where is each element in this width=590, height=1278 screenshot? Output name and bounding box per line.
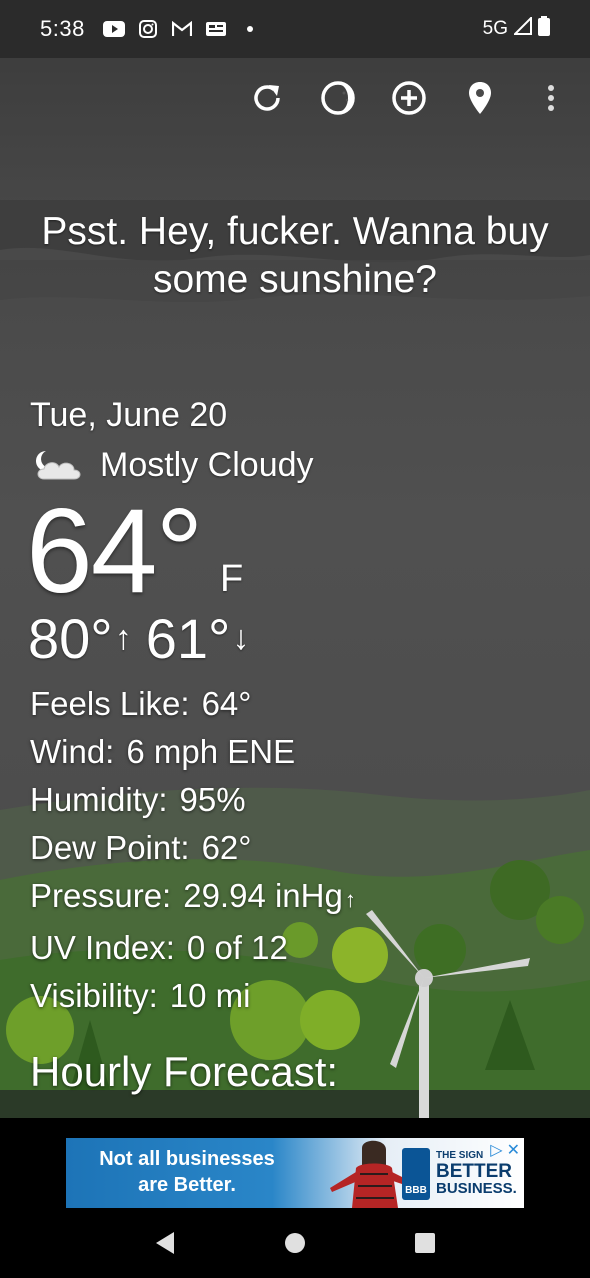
headline-message: Psst. Hey, fucker. Wanna buy some sunshi… [41, 210, 549, 301]
gmail-icon [171, 20, 193, 38]
weather-app-screen: 5:38 5G Psst. Hey, fucker. Wanna buy som… [0, 0, 590, 1278]
more-vert-icon [548, 85, 554, 111]
ad-line2: are Better. [138, 1174, 236, 1196]
ad-banner[interactable]: Not all businesses are Better. BBB THE S… [66, 1138, 524, 1208]
moon-icon [321, 81, 355, 115]
battery-icon [538, 16, 550, 42]
wind-row: Wind: 6 mph ENE [30, 728, 356, 776]
home-button[interactable] [275, 1223, 315, 1263]
system-nav-bar [0, 1208, 590, 1278]
refresh-icon [254, 85, 280, 111]
ad-line1: Not all businesses [99, 1148, 275, 1170]
low-temp: 61° [145, 607, 231, 670]
condition-text: Mostly Cloudy [100, 445, 314, 484]
notification-icons [102, 20, 261, 38]
uv-index-value: 0 of 12 [186, 929, 288, 966]
humidity-row: Humidity: 95% [30, 776, 356, 824]
feels-like-row: Feels Like: 64° [30, 680, 356, 728]
status-right: 5G [482, 15, 550, 42]
network-type: 5G [482, 18, 508, 39]
dew-point-value: 62° [201, 829, 252, 866]
low-arrow-icon: ↓ [232, 619, 250, 657]
signal-icon [512, 15, 532, 41]
add-location-button[interactable] [390, 76, 428, 120]
ad-choices-icon[interactable]: ▷ [490, 1140, 502, 1160]
back-button[interactable] [145, 1223, 185, 1263]
pressure-row: Pressure: 29.94 inHg↑ [30, 872, 356, 924]
temperature-unit: F [220, 558, 244, 600]
visibility-row: Visibility: 10 mi [30, 972, 356, 1020]
pressure-trend-icon: ↑ [344, 887, 356, 912]
weather-details: Feels Like: 64° Wind: 6 mph ENE Humidity: 9… [30, 680, 356, 1020]
ad-headline: Not all businesses are Better. [72, 1146, 302, 1198]
high-low-temps: 80° ↑ 61° ↓ [28, 606, 263, 671]
ad-brand-big: BETTER [436, 1161, 512, 1182]
ad-close-icon[interactable]: ✕ [507, 1140, 520, 1160]
humidity-value: 95% [179, 781, 246, 818]
location-pin-icon [469, 82, 491, 114]
current-date: Tue, June 20 [30, 396, 228, 434]
location-button[interactable] [461, 76, 499, 120]
wind-label: Wind: [30, 733, 115, 770]
ad-choices[interactable]: ▷ ✕ [490, 1140, 520, 1160]
high-temp: 80° [28, 607, 113, 670]
pressure-label: Pressure: [30, 877, 172, 914]
more-options-button[interactable] [532, 76, 570, 120]
news-icon [205, 20, 227, 38]
moon-phase-button[interactable] [319, 76, 357, 120]
hourly-forecast-title: Hourly Forecast: [30, 1048, 339, 1095]
add-location-icon [392, 81, 426, 115]
current-temperature: 64° [26, 484, 203, 618]
pressure-value: 29.94 inHg [183, 877, 343, 914]
ad-brand-big2: BUSINESS. [436, 1180, 517, 1197]
visibility-value: 10 mi [169, 977, 251, 1014]
instagram-icon [137, 20, 159, 38]
partly-cloudy-night-icon [36, 451, 81, 480]
high-arrow-icon: ↑ [114, 619, 132, 657]
wind-value: 6 mph ENE [126, 733, 296, 770]
uv-index-label: UV Index: [30, 929, 175, 966]
visibility-label: Visibility: [30, 977, 158, 1014]
back-icon [156, 1232, 174, 1254]
dew-point-row: Dew Point: 62° [30, 824, 356, 872]
uv-index-row: UV Index: 0 of 12 [30, 924, 356, 972]
feels-like-label: Feels Like: [30, 685, 190, 722]
youtube-icon [102, 20, 125, 38]
status-time: 5:38 [40, 16, 85, 41]
bbb-logo: BBB [402, 1148, 430, 1200]
recents-button[interactable] [405, 1223, 445, 1263]
status-bar: 5:38 5G [0, 0, 590, 58]
more-notifications-dot [239, 20, 261, 38]
feels-like-value: 64° [201, 685, 252, 722]
condition-row: Mostly Cloudy [30, 445, 314, 485]
refresh-button[interactable] [248, 76, 286, 120]
app-toolbar [248, 76, 570, 120]
humidity-label: Humidity: [30, 781, 168, 818]
dew-point-label: Dew Point: [30, 829, 190, 866]
home-icon [285, 1233, 305, 1253]
recents-icon [415, 1233, 435, 1253]
